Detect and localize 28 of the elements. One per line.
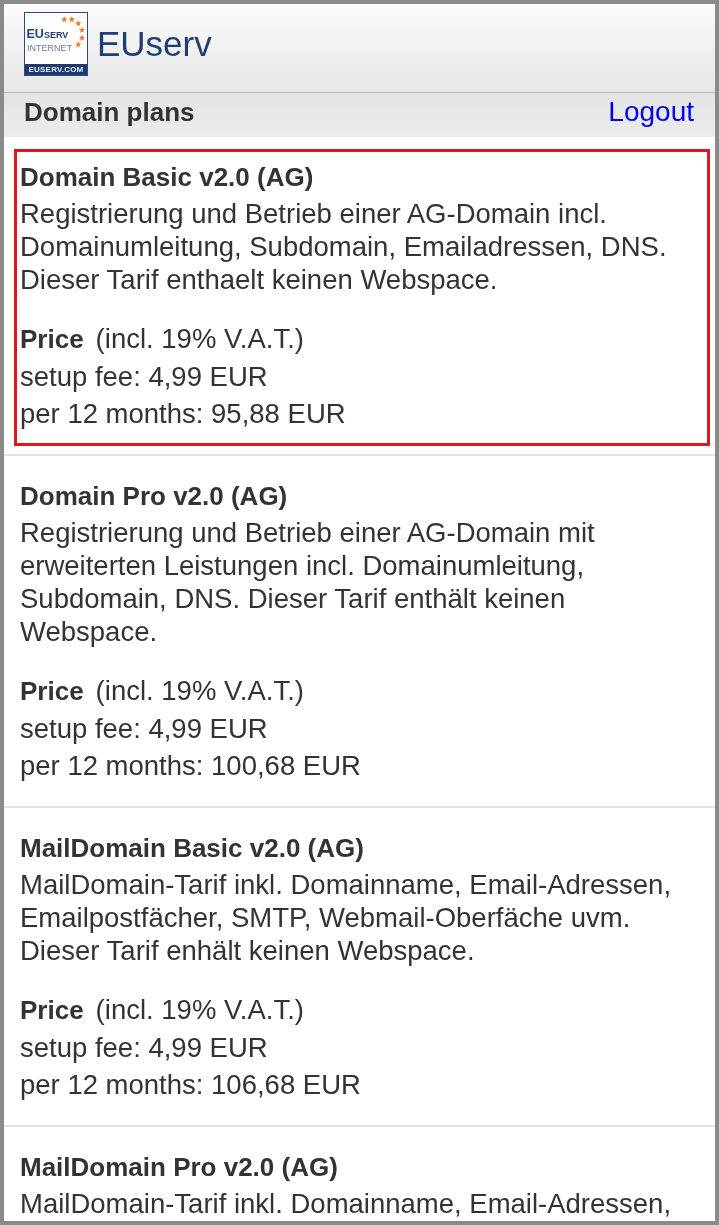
plan-description: MailDomain-Tarif inkl. Domainname, Email-Adressen, xyxy=(20,1187,673,1220)
setup-fee-text: setup fee: 4,99 EUR xyxy=(20,360,269,394)
page-title: Domain plans xyxy=(24,96,195,128)
plan-description: MailDomain-Tarif inkl. Domainname, Email-Adressen, Emailpostfächer, SMTP, Webmail-Oberfäche uvm. Dieser Tarif enhält keinen Webspace. xyxy=(20,868,673,967)
recurring-fee-text: per 12 months: 106,68 EUR xyxy=(20,1068,362,1102)
setup-fee-text: setup fee: 4,99 EUR xyxy=(20,712,269,746)
logo-domain-text: EUSERV.COM xyxy=(25,64,87,75)
price-label: Price xyxy=(20,994,84,1027)
plan-title: MailDomain Basic v2.0 (AG) xyxy=(20,832,365,865)
vat-note: (incl. 19% V.A.T.) xyxy=(95,674,304,708)
recurring-fee-text: per 12 months: 100,68 EUR xyxy=(20,749,362,783)
price-label: Price xyxy=(20,323,84,356)
plan-title: Domain Basic v2.0 (AG) xyxy=(20,161,315,194)
app-title: EUserv xyxy=(97,24,212,64)
plan-list-item[interactable] xyxy=(14,149,710,446)
price-label: Price xyxy=(20,675,84,708)
logout-link[interactable]: Logout xyxy=(608,96,694,128)
vat-note: (incl. 19% V.A.T.) xyxy=(95,993,304,1027)
plan-list-item[interactable]: MailDomain Pro v2.0 (AG) MailDomain-Tarif inkl. Domainname, Email-Adressen, xyxy=(14,1139,710,1221)
recurring-fee-text: per 12 months: 95,88 EUR xyxy=(20,397,347,431)
setup-fee-text: setup fee: 4,99 EUR xyxy=(20,1031,269,1065)
logo-wordmark: EUSERV xyxy=(26,27,69,41)
plan-description: Registrierung und Betrieb einer AG-Domain mit erweiterten Leistungen incl. Domainumleitung, Subdomain, DNS. Dieser Tarif enthält keinen Webspace. xyxy=(20,516,596,648)
vat-note: (incl. 19% V.A.T.) xyxy=(95,322,304,356)
plan-title: MailDomain Pro v2.0 (AG) xyxy=(20,1151,339,1184)
plan-title: Domain Pro v2.0 (AG) xyxy=(20,480,289,513)
plan-description: Registrierung und Betrieb einer AG-Domain incl. Domainumleitung, Subdomain, Emailadressen, DNS. Dieser Tarif enthaelt keinen Webspace. xyxy=(20,197,668,296)
logo-tagline: INTERNET xyxy=(27,43,72,53)
